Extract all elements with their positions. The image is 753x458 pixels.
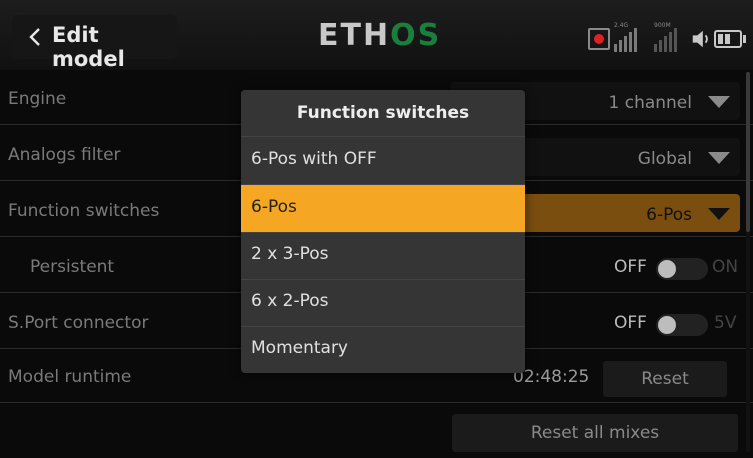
popup-title: Function switches bbox=[241, 90, 525, 137]
function-switches-value: 6-Pos bbox=[646, 205, 692, 225]
rssi-2g4-label: 2.4G bbox=[614, 22, 629, 29]
dropdown-arrow-icon bbox=[708, 96, 730, 108]
scrollbar[interactable] bbox=[746, 72, 750, 452]
dropdown-arrow-icon bbox=[708, 208, 730, 220]
analogs-filter-value: Global bbox=[637, 149, 692, 169]
rssi-900m-label: 900M bbox=[654, 22, 671, 29]
page-title: Edit model bbox=[52, 23, 125, 71]
chevron-left-icon bbox=[29, 28, 40, 46]
persistent-label: Persistent bbox=[30, 257, 115, 277]
option-label: 6-Pos with OFF bbox=[251, 149, 377, 169]
back-button[interactable]: Edit model bbox=[12, 15, 177, 71]
engine-label: Engine bbox=[8, 89, 67, 109]
persistent-toggle[interactable] bbox=[656, 258, 708, 280]
function-switches-popup: Function switches 6-Pos with OFF 6-Pos 2… bbox=[241, 90, 525, 373]
popup-option-6pos-with-off[interactable]: 6-Pos with OFF bbox=[241, 137, 525, 185]
popup-option-6pos[interactable]: 6-Pos bbox=[241, 185, 525, 233]
analogs-filter-label: Analogs filter bbox=[8, 145, 121, 165]
sport-label: S.Port connector bbox=[8, 313, 149, 333]
persistent-off-label: OFF bbox=[614, 257, 647, 277]
sport-toggle[interactable] bbox=[656, 314, 708, 336]
dropdown-arrow-icon bbox=[708, 152, 730, 164]
rssi-2g4-icon: 2.4G bbox=[612, 22, 652, 52]
runtime-reset-button[interactable]: Reset bbox=[603, 361, 727, 397]
sport-off-label: OFF bbox=[614, 313, 647, 333]
function-switches-label: Function switches bbox=[8, 201, 160, 221]
model-runtime-label: Model runtime bbox=[8, 367, 132, 387]
toggle-knob bbox=[658, 316, 676, 334]
battery-icon bbox=[714, 30, 746, 48]
record-icon bbox=[588, 28, 610, 50]
brand-logo-part2: OS bbox=[390, 18, 442, 53]
engine-value: 1 channel bbox=[608, 93, 693, 113]
header-bar: Edit model ETHOS 2.4G 900M bbox=[0, 0, 753, 71]
popup-option-6x2pos[interactable]: 6 x 2-Pos bbox=[241, 279, 525, 327]
toggle-knob bbox=[658, 260, 676, 278]
reset-all-mixes-button[interactable]: Reset all mixes bbox=[452, 414, 738, 452]
popup-option-2x3pos[interactable]: 2 x 3-Pos bbox=[241, 232, 525, 280]
option-label: 2 x 3-Pos bbox=[251, 244, 329, 264]
sport-on-label: 5V bbox=[714, 313, 737, 333]
option-label: Momentary bbox=[251, 338, 348, 358]
persistent-on-label: ON bbox=[712, 257, 739, 277]
option-label: 6-Pos bbox=[251, 197, 297, 217]
rssi-900m-icon: 900M bbox=[652, 22, 692, 52]
scrollbar-thumb[interactable] bbox=[746, 72, 750, 232]
speaker-icon bbox=[692, 30, 708, 48]
popup-option-momentary[interactable]: Momentary bbox=[241, 326, 525, 373]
brand-logo-part1: ETH bbox=[318, 18, 391, 53]
option-label: 6 x 2-Pos bbox=[251, 291, 329, 311]
status-icons: 2.4G 900M bbox=[580, 22, 750, 52]
brand-logo: ETHOS bbox=[318, 18, 441, 53]
screen: Edit model ETHOS 2.4G 900M Engine 1 chan… bbox=[0, 0, 753, 458]
